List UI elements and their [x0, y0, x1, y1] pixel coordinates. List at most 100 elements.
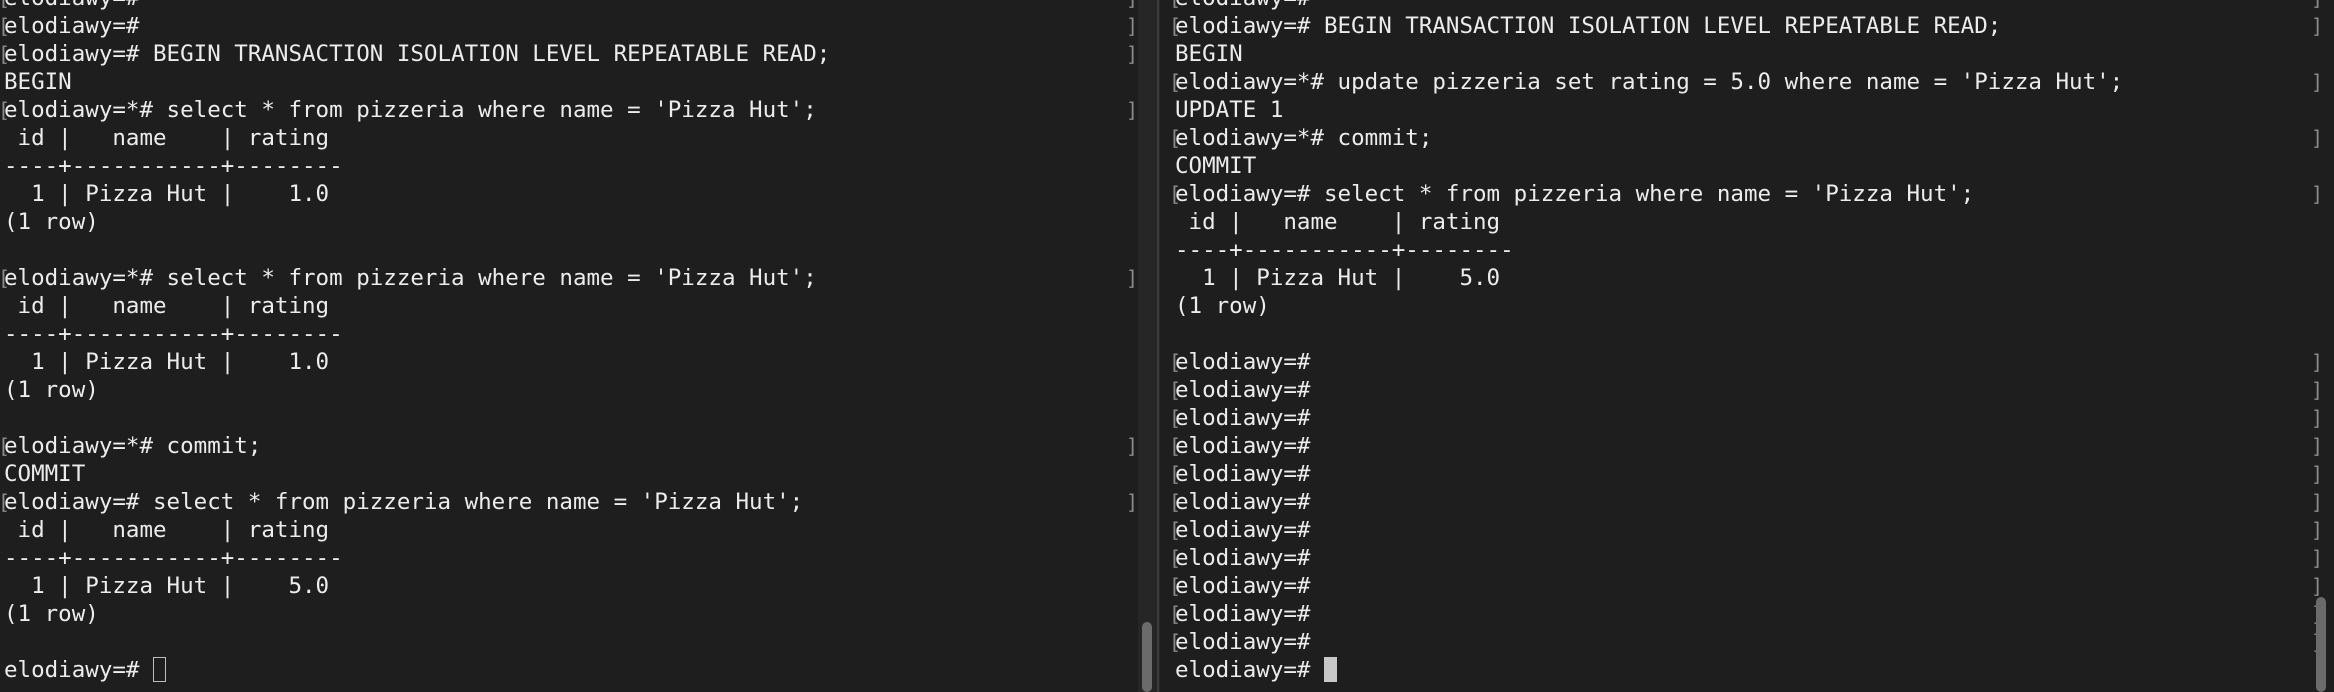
left-terminal-pane[interactable]: elodiawy=#[]elodiawy=#[]elodiawy=# BEGIN…: [0, 0, 1138, 692]
active-prompt-line[interactable]: elodiawy=#: [4, 656, 1138, 684]
line-text: elodiawy=#: [4, 13, 140, 39]
line-text: elodiawy=*# commit;: [4, 433, 262, 459]
line-left-bracket: [: [0, 12, 10, 40]
line-text: ----+-----------+--------: [4, 153, 343, 179]
terminal-line: elodiawy=*# update pizzeria set rating =…: [1169, 68, 2334, 96]
line-right-bracket: ]: [1126, 434, 1138, 458]
terminal-line: elodiawy=# BEGIN TRANSACTION ISOLATION L…: [1169, 12, 2334, 40]
terminal-line: elodiawy=#[]: [1169, 600, 2334, 628]
line-text: (1 row): [1175, 293, 1270, 319]
terminal-line: elodiawy=#[]: [1169, 348, 2334, 376]
right-terminal-pane[interactable]: elodiawy=#[]elodiawy=# BEGIN TRANSACTION…: [1160, 0, 2334, 692]
line-text: elodiawy=#: [1175, 601, 1311, 627]
active-prompt-line[interactable]: elodiawy=#: [1175, 656, 2334, 684]
terminal-line: elodiawy=#[]: [1169, 516, 2334, 544]
text-cursor[interactable]: [1324, 657, 1338, 682]
line-left-bracket: [: [1169, 126, 1182, 150]
line-text: elodiawy=#: [1175, 573, 1311, 599]
line-text: 1 | Pizza Hut | 5.0: [4, 573, 330, 599]
line-right-bracket: ]: [1126, 490, 1138, 514]
line-right-bracket: ]: [1126, 98, 1138, 122]
line-right-bracket: ]: [2311, 350, 2324, 374]
line-left-bracket: [: [1169, 350, 1182, 374]
line-right-bracket: ]: [2311, 14, 2324, 38]
line-left-bracket: [: [0, 488, 10, 516]
terminal-line: (1 row): [4, 376, 1138, 404]
terminal-line: elodiawy=# select * from pizzeria where …: [1169, 180, 2334, 208]
terminal-line: ----+-----------+--------: [4, 320, 1138, 348]
terminal-window: elodiawy=#[]elodiawy=#[]elodiawy=# BEGIN…: [0, 0, 2334, 692]
line-text: ----+-----------+--------: [4, 545, 343, 571]
line-right-bracket: ]: [2311, 182, 2324, 206]
terminal-line: elodiawy=*# select * from pizzeria where…: [0, 264, 1138, 292]
line-left-bracket: [: [1169, 70, 1182, 94]
line-text: ----+-----------+--------: [1175, 237, 1514, 263]
terminal-line: elodiawy=#[]: [1169, 0, 2334, 12]
left-scrollbar-thumb[interactable]: [1142, 622, 1152, 692]
line-text: elodiawy=#: [1175, 405, 1311, 431]
line-text: elodiawy=*# update pizzeria set rating =…: [1175, 69, 2124, 95]
line-right-bracket: ]: [2311, 546, 2324, 570]
terminal-line: id | name | rating: [1175, 208, 2334, 236]
line-text: elodiawy=#: [1175, 461, 1311, 487]
line-right-bracket: ]: [2311, 490, 2324, 514]
line-left-bracket: [: [1169, 602, 1182, 626]
line-text: COMMIT: [1175, 153, 1257, 179]
line-text: id | name | rating: [4, 125, 343, 151]
text-cursor[interactable]: [153, 657, 167, 682]
line-text: elodiawy=#: [1175, 629, 1311, 655]
terminal-line: elodiawy=#[]: [1169, 404, 2334, 432]
line-text: ----+-----------+--------: [4, 321, 343, 347]
terminal-line: elodiawy=*# commit;[]: [0, 432, 1138, 460]
line-text: UPDATE 1: [1175, 97, 1284, 123]
terminal-line: id | name | rating: [4, 516, 1138, 544]
left-scrollback: elodiawy=#[]elodiawy=#[]elodiawy=# BEGIN…: [0, 0, 1138, 684]
line-text: id | name | rating: [4, 517, 343, 543]
line-right-bracket: ]: [2311, 406, 2324, 430]
terminal-line: COMMIT: [1175, 152, 2334, 180]
line-right-bracket: ]: [1126, 42, 1138, 66]
line-left-bracket: [: [0, 40, 10, 68]
line-text: COMMIT: [4, 461, 86, 487]
terminal-line: elodiawy=#[]: [1169, 544, 2334, 572]
line-text: elodiawy=*# select * from pizzeria where…: [4, 97, 817, 123]
line-text: 1 | Pizza Hut | 1.0: [4, 349, 330, 375]
terminal-line: 1 | Pizza Hut | 1.0: [4, 180, 1138, 208]
line-text: elodiawy=#: [4, 0, 139, 11]
terminal-line: (1 row): [4, 208, 1138, 236]
line-text: elodiawy=#: [1175, 545, 1311, 571]
line-left-bracket: [: [1169, 546, 1182, 570]
terminal-line: ----+-----------+--------: [4, 152, 1138, 180]
terminal-line: COMMIT: [4, 460, 1138, 488]
right-scrollbar-thumb[interactable]: [2316, 597, 2326, 692]
terminal-line: elodiawy=# select * from pizzeria where …: [0, 488, 1138, 516]
terminal-line: elodiawy=#[]: [1169, 488, 2334, 516]
line-text: id | name | rating: [4, 293, 343, 319]
line-left-bracket: [: [0, 0, 10, 12]
right-scrollback: elodiawy=#[]elodiawy=# BEGIN TRANSACTION…: [1169, 0, 2334, 684]
line-right-bracket: ]: [1126, 14, 1138, 38]
line-left-bracket: [: [1169, 574, 1182, 598]
line-text: elodiawy=#: [1175, 489, 1311, 515]
terminal-line: 1 | Pizza Hut | 1.0: [4, 348, 1138, 376]
line-text: (1 row): [4, 209, 99, 235]
prompt-text: elodiawy=#: [4, 657, 154, 683]
line-right-bracket: ]: [2311, 462, 2324, 486]
line-right-bracket: ]: [2311, 70, 2324, 94]
line-text: id | name | rating: [1175, 209, 1514, 235]
line-text: elodiawy=*# select * from pizzeria where…: [4, 265, 817, 291]
line-text: elodiawy=#: [1175, 433, 1311, 459]
terminal-line: (1 row): [1175, 292, 2334, 320]
line-left-bracket: [: [0, 432, 10, 460]
terminal-line: elodiawy=*# select * from pizzeria where…: [0, 96, 1138, 124]
line-left-bracket: [: [1169, 434, 1182, 458]
line-text: elodiawy=# select * from pizzeria where …: [1175, 181, 1975, 207]
terminal-line: ----+-----------+--------: [4, 544, 1138, 572]
line-text: 1 | Pizza Hut | 5.0: [1175, 265, 1501, 291]
terminal-line: elodiawy=*# commit;[]: [1169, 124, 2334, 152]
line-text: (1 row): [4, 601, 99, 627]
line-right-bracket: ]: [2311, 0, 2323, 12]
terminal-line: elodiawy=#[]: [0, 12, 1138, 40]
